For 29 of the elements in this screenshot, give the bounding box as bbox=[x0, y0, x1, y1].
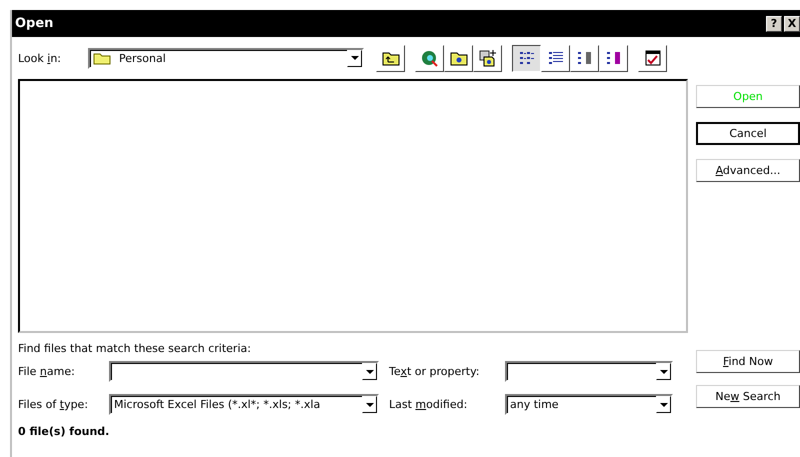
dialog-button[interactable]: Cancel bbox=[696, 122, 800, 145]
help-button[interactable]: ? bbox=[766, 16, 782, 32]
checkmark-window-icon bbox=[642, 49, 663, 67]
close-button[interactable]: X bbox=[784, 16, 800, 32]
field-label: Text or property: bbox=[389, 365, 481, 378]
search-heading: Find files that match these search criteria: bbox=[18, 342, 252, 355]
file-type-dropdown[interactable]: Microsoft Excel Files (*.xl*; *.xls; *.xla bbox=[109, 394, 379, 415]
file-name-dropdown[interactable] bbox=[109, 361, 379, 382]
properties-view-button[interactable] bbox=[570, 44, 600, 72]
preview-view-button[interactable] bbox=[599, 44, 628, 72]
field-label: File name: bbox=[18, 365, 76, 378]
dialog-button[interactable]: Advanced... bbox=[696, 159, 800, 182]
search-button[interactable]: Find Now bbox=[696, 350, 800, 373]
details-view-button[interactable] bbox=[541, 44, 570, 72]
status-text: 0 file(s) found. bbox=[18, 424, 110, 438]
text-property-dropdown[interactable] bbox=[505, 361, 673, 382]
folder-icon bbox=[93, 51, 112, 65]
globe-search-icon bbox=[420, 49, 440, 67]
add-folder-icon bbox=[478, 49, 498, 67]
field-label: Files of type: bbox=[18, 398, 90, 411]
search-button[interactable]: New Search bbox=[696, 385, 800, 408]
last-modified-dropdown[interactable]: any time bbox=[505, 394, 673, 415]
new-folder-button[interactable] bbox=[444, 44, 474, 72]
look-in-label: Look in: bbox=[18, 52, 62, 64]
look-in-dropdown[interactable]: Personal bbox=[88, 48, 364, 68]
favorite-button[interactable] bbox=[473, 44, 502, 72]
list-view-button[interactable] bbox=[512, 44, 542, 72]
field-label: Last modified: bbox=[389, 398, 468, 411]
window-title: Open bbox=[15, 16, 54, 31]
